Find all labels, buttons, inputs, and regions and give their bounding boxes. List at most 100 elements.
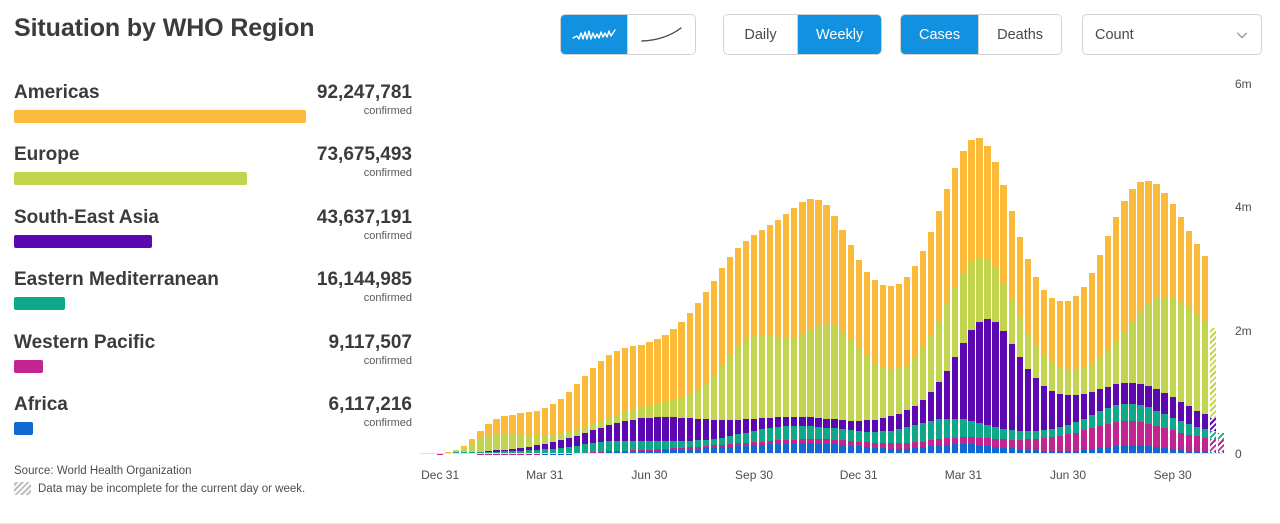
- chart-bar[interactable]: [815, 199, 822, 454]
- chart-bar[interactable]: [928, 232, 935, 454]
- interval-option-daily[interactable]: Daily: [724, 15, 798, 54]
- chart-bar[interactable]: [952, 167, 959, 454]
- chart-bar[interactable]: [839, 230, 846, 454]
- chart-bar[interactable]: [541, 407, 548, 454]
- chart-bar[interactable]: [791, 207, 798, 454]
- chart-bar[interactable]: [944, 188, 951, 454]
- chart-bar[interactable]: [678, 321, 685, 454]
- chart-bar[interactable]: [1016, 236, 1023, 454]
- chart-bar[interactable]: [1177, 216, 1184, 454]
- chart-bar[interactable]: [1000, 185, 1007, 454]
- chart-bar[interactable]: [1072, 296, 1080, 454]
- chart-bar[interactable]: [517, 413, 524, 454]
- chart-bar[interactable]: [1105, 236, 1112, 454]
- chart-bar[interactable]: [1080, 286, 1088, 454]
- chart-bar[interactable]: [694, 303, 701, 454]
- chart-bar[interactable]: [855, 259, 862, 454]
- region-legend-row[interactable]: South-East Asia 43,637,191 confirmed: [0, 207, 430, 269]
- chart-bar[interactable]: [750, 235, 758, 454]
- interval-option-weekly[interactable]: Weekly: [798, 15, 882, 54]
- chart-bar[interactable]: [879, 285, 886, 454]
- chart-bar[interactable]: [823, 205, 830, 454]
- chart-bar[interactable]: [919, 251, 927, 454]
- chart-bar[interactable]: [477, 431, 484, 454]
- chart-bar[interactable]: [976, 137, 983, 454]
- chart-bar[interactable]: [863, 271, 870, 454]
- chart-bar[interactable]: [525, 412, 532, 454]
- chart-bar[interactable]: [589, 368, 597, 454]
- chart-bar[interactable]: [1209, 327, 1217, 454]
- chart-bar[interactable]: [895, 283, 903, 454]
- chart-bar[interactable]: [1145, 180, 1152, 454]
- chart-bar[interactable]: [614, 351, 621, 454]
- stacked-bars-layer[interactable]: [420, 84, 1225, 454]
- chart-bar[interactable]: [565, 391, 573, 454]
- chart-bar[interactable]: [702, 292, 709, 454]
- chart-bar[interactable]: [903, 276, 911, 454]
- chart-bar[interactable]: [1040, 289, 1047, 454]
- measure-dropdown[interactable]: Count: [1082, 14, 1262, 55]
- chart-bar[interactable]: [1193, 244, 1200, 454]
- region-legend-row[interactable]: Eastern Mediterranean 16,144,985 confirmed: [0, 269, 430, 331]
- chart-bar[interactable]: [1056, 301, 1064, 454]
- chart-bar[interactable]: [742, 240, 750, 454]
- chart-bar[interactable]: [1064, 301, 1072, 454]
- chart-type-option-cumulative[interactable]: [628, 15, 695, 54]
- chart-type-option-daily-bars[interactable]: [561, 15, 628, 54]
- chart-bar[interactable]: [646, 342, 653, 454]
- chart-bar[interactable]: [726, 257, 734, 454]
- chart-bar[interactable]: [1129, 189, 1136, 454]
- chart-bar[interactable]: [654, 339, 661, 454]
- chart-bar[interactable]: [807, 199, 814, 454]
- chart-bar[interactable]: [887, 286, 895, 454]
- chart-bar[interactable]: [847, 245, 854, 454]
- chart-bar[interactable]: [622, 348, 629, 454]
- chart-bar[interactable]: [501, 416, 508, 454]
- interval-toggle[interactable]: Daily Weekly: [723, 14, 883, 55]
- region-legend-row[interactable]: Africa 6,117,216 confirmed: [0, 394, 430, 456]
- chart-bar[interactable]: [1201, 256, 1208, 454]
- chart-bar[interactable]: [1008, 211, 1015, 454]
- region-legend-row[interactable]: Western Pacific 9,117,507 confirmed: [0, 332, 430, 394]
- chart-bar[interactable]: [734, 247, 742, 454]
- chart-bar[interactable]: [710, 280, 717, 454]
- chart-bar[interactable]: [1217, 432, 1225, 454]
- chart-bar[interactable]: [911, 266, 919, 454]
- chart-bar[interactable]: [758, 230, 766, 454]
- chart-bar[interactable]: [573, 384, 581, 454]
- chart-bar[interactable]: [960, 150, 967, 454]
- chart-bar[interactable]: [485, 424, 492, 454]
- chart-bar[interactable]: [1121, 201, 1128, 454]
- chart-bar[interactable]: [936, 210, 943, 454]
- chart-bar[interactable]: [638, 344, 645, 454]
- chart-bar[interactable]: [597, 361, 605, 454]
- chart-bar[interactable]: [767, 225, 774, 454]
- chart-bar[interactable]: [533, 410, 540, 454]
- chart-bar[interactable]: [469, 438, 476, 454]
- chart-bar[interactable]: [493, 419, 500, 454]
- chart-bar[interactable]: [1024, 259, 1031, 454]
- chart-bar[interactable]: [630, 346, 637, 454]
- chart-bar[interactable]: [871, 280, 878, 454]
- metric-toggle[interactable]: Cases Deaths: [900, 14, 1063, 55]
- region-legend-row[interactable]: Americas 92,247,781 confirmed: [0, 82, 430, 144]
- chart-bar[interactable]: [799, 202, 806, 454]
- region-legend-row[interactable]: Europe 73,675,493 confirmed: [0, 144, 430, 206]
- chart-bar[interactable]: [1048, 297, 1056, 454]
- chart-bar[interactable]: [1032, 276, 1039, 454]
- chart-bar[interactable]: [1113, 217, 1120, 454]
- chart-bar[interactable]: [992, 162, 999, 454]
- chart-bar[interactable]: [1137, 182, 1144, 454]
- chart-type-toggle[interactable]: [560, 14, 696, 55]
- metric-option-cases[interactable]: Cases: [901, 15, 980, 54]
- chart-bar[interactable]: [984, 145, 991, 454]
- chart-bar[interactable]: [775, 219, 782, 454]
- chart-bar[interactable]: [718, 268, 725, 454]
- chart-bar[interactable]: [1185, 230, 1192, 454]
- chart-bar[interactable]: [557, 398, 564, 454]
- chart-bar[interactable]: [1089, 272, 1096, 454]
- chart-bar[interactable]: [581, 375, 589, 454]
- chart-bar[interactable]: [1153, 184, 1160, 454]
- chart-bar[interactable]: [549, 404, 556, 454]
- chart-bar[interactable]: [968, 139, 975, 454]
